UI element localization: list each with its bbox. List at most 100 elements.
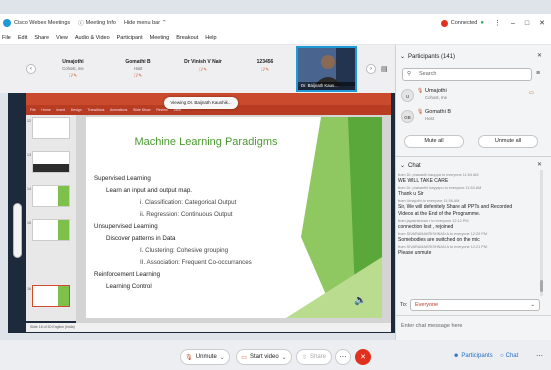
strip-next-button[interactable]: › [366, 64, 376, 74]
ribbon-tab: Home [41, 108, 51, 112]
chat-panel-title: Chat [408, 162, 421, 169]
mic-muted-icon: 🎙 [417, 88, 424, 94]
participants-toggle-button[interactable]: ☻ Participants [453, 353, 493, 359]
thumb-number: 14 [27, 187, 31, 191]
webex-logo-icon [3, 19, 11, 27]
menu-view[interactable]: View [56, 35, 68, 41]
sort-icon[interactable]: ≡ [536, 70, 540, 77]
minimize-icon[interactable]: – [511, 20, 515, 27]
menu-audio-video[interactable]: Audio & Video [75, 35, 110, 41]
mic-muted-icon: 🎙̸ ✎ [133, 73, 143, 78]
participant-tile[interactable]: 123456 🎙̸ ✎ [234, 53, 296, 87]
video-person-image [298, 48, 355, 86]
chevron-down-icon: ⌄ [530, 302, 535, 308]
participant-tile[interactable]: Umajothi Cohost, me 🎙̸ ✎ [42, 53, 104, 87]
panel-divider [395, 156, 551, 157]
more-icon[interactable]: ⋮ [494, 19, 501, 27]
slide-thumbnail-selected[interactable] [32, 285, 70, 307]
viewing-pill[interactable]: Viewing Dr. Baijnath Kaushik... [164, 97, 238, 109]
unmute-button[interactable]: 🎙 Unmute ⌄ [180, 349, 230, 365]
layout-icon[interactable]: ▤ [381, 65, 388, 73]
avatar: U [401, 89, 414, 102]
participant-list-item[interactable]: GB 🎙 Gomathi B Host [401, 109, 541, 125]
close-chat-icon[interactable]: ✕ [537, 161, 542, 168]
tile-name: Umajothi [62, 59, 84, 65]
menu-breakout[interactable]: Breakout [176, 35, 198, 41]
active-speaker-video[interactable]: Dr. Baijnath Kaus... [296, 46, 357, 92]
hide-menu-bar-label: Hide menu bar [123, 20, 161, 26]
slide-bullet: ii. Regression: Continuous Output [140, 211, 233, 218]
video-off-icon: ▭ [529, 90, 534, 96]
chat-panel-header[interactable]: ⌄ Chat [400, 162, 421, 170]
close-icon[interactable]: ✕ [539, 19, 545, 27]
chevron-up-icon: ⌃ [162, 20, 167, 26]
participant-list-item[interactable]: U 🎙 Umajothi Cohost, me ▭ [401, 88, 541, 104]
end-meeting-button[interactable]: ✕ [355, 349, 371, 365]
participant-tile[interactable]: Gomathi B Host 🎙̸ ✎ [107, 53, 169, 87]
meeting-info-button[interactable]: ⓘ Meeting Info [78, 19, 116, 27]
share-button[interactable]: ⇧ Share [296, 349, 332, 365]
connection-status[interactable]: Connected ● [440, 19, 484, 27]
start-video-button[interactable]: ▭ Start video ⌄ [236, 349, 292, 365]
share-icon: ⇧ [301, 354, 307, 361]
participant-tile[interactable]: Dr Vinish V Nair 🎙̸ ✎ [172, 53, 234, 87]
chat-input-placeholder: Enter chat message here [401, 323, 463, 329]
close-icon: ✕ [360, 354, 366, 361]
mic-muted-icon: 🎙 [417, 109, 424, 115]
participants-search-input[interactable]: ⚲ Search [402, 68, 532, 81]
close-participants-icon[interactable]: ✕ [537, 52, 542, 59]
mute-all-button[interactable]: Mute all [404, 135, 464, 148]
ribbon-tab: Transitions [87, 108, 105, 112]
share-zoom-control[interactable] [13, 203, 22, 258]
chat-recipient-select[interactable]: Everyone ⌄ [410, 299, 540, 311]
participants-panel-title: Participants (141) [408, 53, 456, 60]
search-icon: ⚲ [407, 71, 412, 77]
slide-bullet: I. Clustering: Cohesive grouping [140, 247, 229, 254]
video-off-icon: ▭ [241, 354, 247, 361]
chat-toggle-label: Chat [505, 353, 519, 359]
slide-thumbnail-pane: 12 13 14 15 16 [26, 115, 76, 321]
menu-file[interactable]: File [2, 35, 11, 41]
chevron-down-icon: ⌄ [219, 354, 225, 361]
slide-thumbnail[interactable] [32, 219, 70, 241]
hide-menu-bar-button[interactable]: Hide menu bar ⌃ [124, 20, 167, 26]
chat-message-input[interactable]: Enter chat message here [401, 320, 541, 332]
participants-panel-header[interactable]: ⌄ Participants (141) [400, 53, 456, 61]
more-icon[interactable]: ⋯ [536, 352, 543, 360]
window-controls: Connected ● ⋮ – □ ✕ [440, 14, 545, 32]
chat-message: Sir, We will defenitely Share all PPTs a… [398, 204, 513, 210]
chat-message: Somebodies are switched on the mic [398, 237, 480, 243]
slide-bullet: Reinforcement Learning [94, 271, 161, 278]
menu-meeting[interactable]: Meeting [150, 35, 170, 41]
menu-participant[interactable]: Participant [117, 35, 143, 41]
chat-to-label: To: [400, 302, 408, 308]
participant-name: Umajothi [425, 88, 447, 94]
participant-name: Gomathi B [425, 109, 451, 115]
menu-help[interactable]: Help [205, 35, 216, 41]
chat-scroll-thumb[interactable] [540, 280, 543, 292]
app-name: Cisco Webex Meetings [14, 20, 71, 26]
connected-status-icon [440, 19, 448, 27]
slide-bullet: i. Classification: Categorical Output [140, 199, 237, 206]
restore-icon[interactable]: □ [525, 20, 529, 27]
slide-title: Machine Learning Paradigms [134, 136, 278, 148]
strip-prev-button[interactable]: ‹ [26, 64, 36, 74]
viewing-label: Viewing Dr. Baijnath Kaushik... [170, 100, 232, 105]
unmute-all-button[interactable]: Unmute all [478, 135, 538, 148]
slide-thumbnail[interactable] [32, 151, 70, 173]
chat-scrollbar[interactable] [540, 170, 543, 296]
participant-role: Cohost, me [425, 95, 447, 100]
menu-share[interactable]: Share [34, 35, 49, 41]
meeting-info-label: Meeting Info [85, 20, 116, 26]
thumb-number: 16 [27, 287, 31, 291]
chat-recipient-value: Everyone [415, 302, 439, 308]
chevron-down-icon: ⌄ [400, 163, 406, 169]
menu-edit[interactable]: Edit [18, 35, 27, 41]
slide-thumbnail[interactable] [32, 185, 70, 207]
mic-muted-icon: 🎙 [185, 354, 193, 361]
thumb-number: 15 [27, 221, 31, 225]
chat-toggle-button[interactable]: ○ Chat [500, 353, 518, 359]
slide-thumbnail[interactable] [32, 117, 70, 139]
more-options-button[interactable]: ⋯ [335, 349, 351, 365]
unmute-label: Unmute [195, 354, 217, 360]
